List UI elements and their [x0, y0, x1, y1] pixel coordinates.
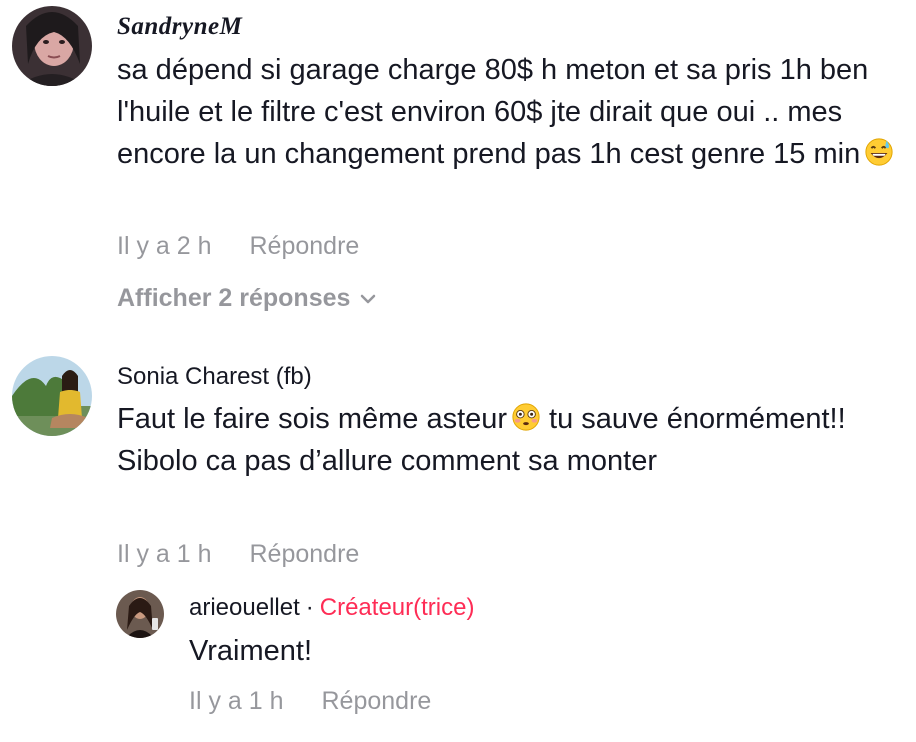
avatar-image — [116, 590, 164, 638]
reply-meta: Il y a 1 h Répondre — [189, 686, 431, 716]
comment-timestamp: Il y a 1 h — [117, 540, 212, 568]
view-replies-button[interactable]: Afficher 2 réponses — [117, 283, 376, 313]
grinning-sweat-emoji-icon — [865, 138, 893, 166]
comment-text-content: Faut le faire sois même asteur — [117, 403, 508, 435]
comment-timestamp: Il y a 2 h — [117, 232, 212, 260]
reply-username-row: arieouellet · Créateur(trice) — [189, 593, 474, 623]
creator-badge: Créateur(trice) — [319, 594, 475, 621]
reply-button[interactable]: Répondre — [250, 540, 360, 568]
comment-text-content: sa dépend si garage charge 80$ h meton e… — [117, 54, 869, 170]
reply-username[interactable]: arieouellet — [189, 594, 300, 621]
comment-text: Faut le faire sois même asteur tu sauve … — [117, 398, 877, 482]
avatar-image — [12, 6, 92, 86]
comment-username[interactable]: Sonia Charest (fb) — [117, 362, 312, 392]
avatar-image — [12, 356, 92, 436]
reply-button[interactable]: Répondre — [322, 687, 432, 715]
separator-dot: · — [305, 594, 314, 621]
avatar[interactable] — [12, 6, 92, 86]
comment-meta: Il y a 1 h Répondre — [117, 539, 359, 569]
flushed-face-emoji-icon — [512, 403, 540, 431]
reply-button[interactable]: Répondre — [250, 232, 360, 260]
comment-username[interactable]: SandryneM — [117, 12, 242, 42]
reply-text: Vraiment! — [189, 635, 313, 667]
avatar[interactable] — [116, 590, 164, 638]
comment-meta: Il y a 2 h Répondre — [117, 231, 359, 261]
view-replies-label: Afficher 2 réponses — [117, 284, 351, 312]
avatar[interactable] — [12, 356, 92, 436]
reply-timestamp: Il y a 1 h — [189, 687, 284, 715]
comment-text: sa dépend si garage charge 80$ h meton e… — [117, 49, 897, 175]
chevron-down-icon — [361, 294, 376, 304]
